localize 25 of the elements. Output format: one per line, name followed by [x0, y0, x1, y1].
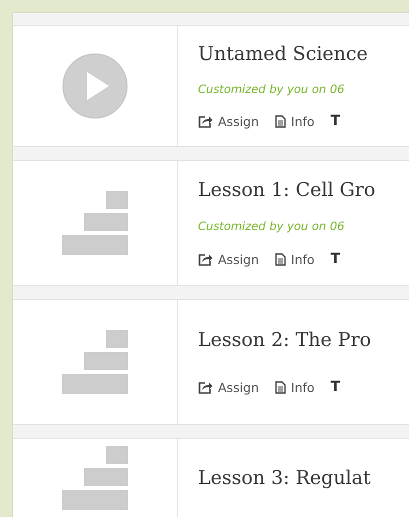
document-icon: [274, 380, 286, 394]
customized-note: Customized by you on 06: [198, 82, 346, 96]
item-title[interactable]: Lesson 2: The Pro: [198, 328, 409, 351]
action-link[interactable]: T: [330, 251, 340, 267]
assign-link[interactable]: Assign: [198, 380, 259, 395]
stairs-icon: [62, 191, 128, 255]
item-title[interactable]: Lesson 1: Cell Gro: [198, 179, 409, 201]
stairs-icon: [62, 330, 128, 394]
share-icon: [198, 380, 213, 394]
stairs-icon: [62, 446, 128, 510]
share-icon: [198, 252, 213, 266]
assign-link[interactable]: Assign: [198, 114, 259, 128]
play-icon[interactable]: [62, 53, 128, 119]
action-link[interactable]: T: [330, 379, 340, 396]
item-title[interactable]: Lesson 3: Regulat: [198, 467, 409, 489]
share-icon: [198, 114, 213, 128]
info-link[interactable]: Info: [274, 380, 315, 395]
info-link[interactable]: Info: [274, 252, 315, 266]
assign-link[interactable]: Assign: [198, 252, 259, 266]
action-link[interactable]: T: [330, 113, 340, 129]
document-icon: [274, 114, 286, 128]
document-icon: [274, 252, 286, 266]
item-title[interactable]: Untamed Science: [198, 43, 409, 65]
info-link[interactable]: Info: [274, 114, 315, 128]
customized-note: Customized by you on 06: [198, 219, 346, 233]
